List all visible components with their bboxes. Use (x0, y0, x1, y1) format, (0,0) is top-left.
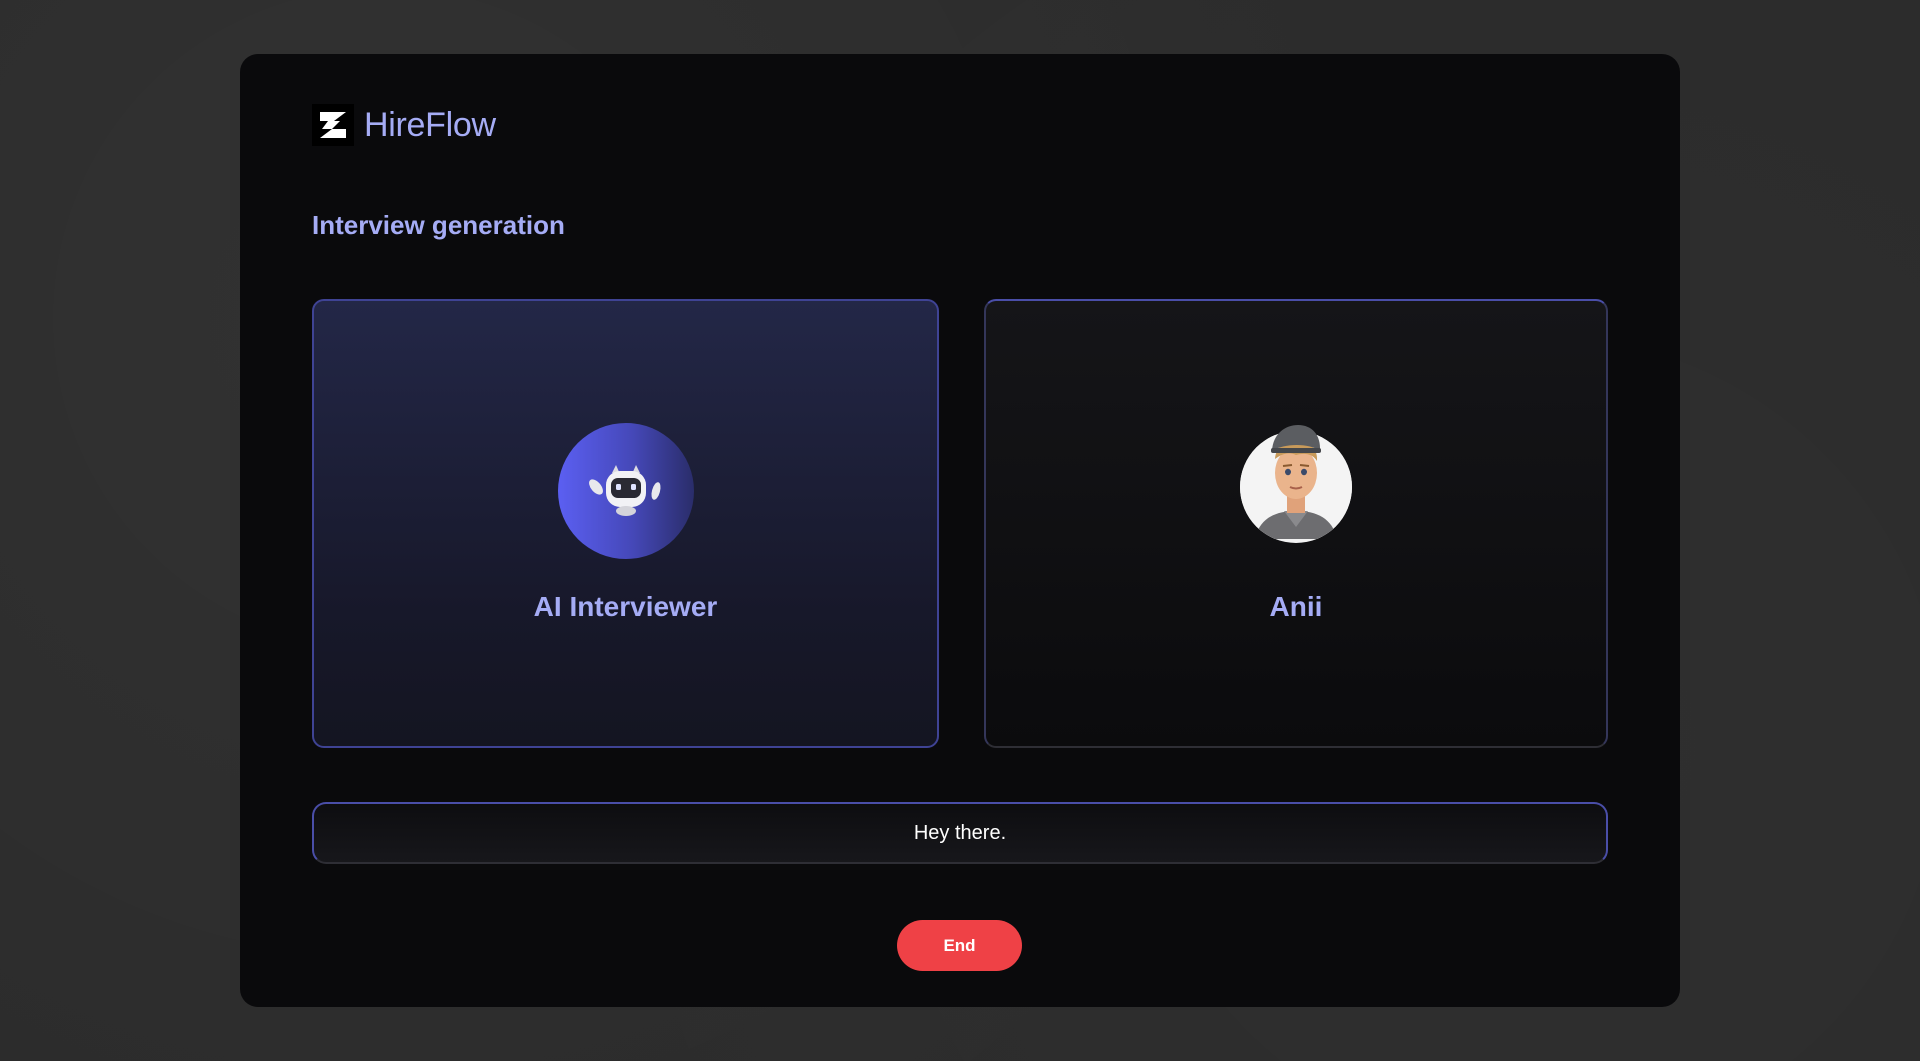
hireflow-logo-icon (312, 104, 354, 146)
transcript-box: Hey there. (312, 802, 1608, 864)
ai-interviewer-card: AI Interviewer (312, 299, 939, 748)
robot-icon (557, 423, 694, 559)
candidate-card: Anii (984, 299, 1608, 748)
brand-name: HireFlow (364, 105, 496, 144)
interview-panel: HireFlow Interview generation AI Intervi… (240, 54, 1680, 1007)
ai-interviewer-label: AI Interviewer (533, 591, 718, 622)
brand: HireFlow (312, 104, 496, 146)
page-title: Interview generation (312, 210, 565, 240)
transcript-text: Hey there. (913, 821, 1007, 844)
end-call-button[interactable]: End (897, 920, 1022, 971)
candidate-name: Anii (1269, 591, 1323, 622)
user-avatar (1240, 425, 1352, 543)
